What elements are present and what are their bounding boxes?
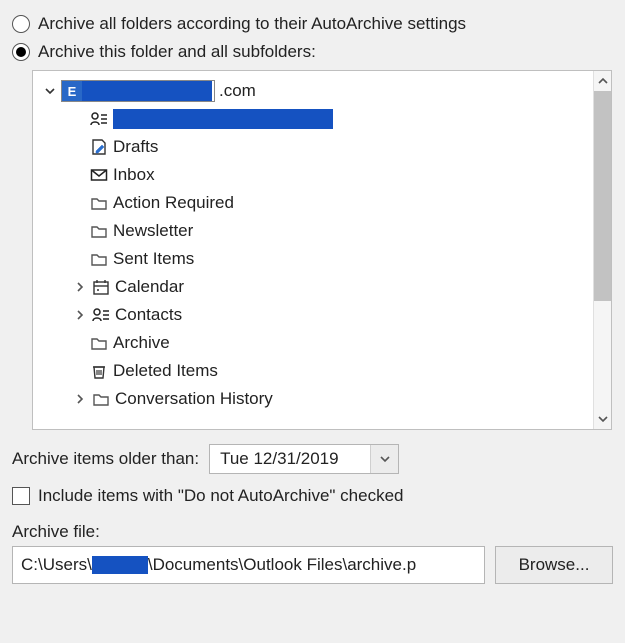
date-picker[interactable]: Tue 12/31/2019 (209, 444, 399, 474)
scroll-up-icon[interactable] (594, 71, 611, 91)
calendar-icon (91, 277, 111, 297)
folder-icon (89, 333, 109, 353)
redacted-username (92, 556, 148, 574)
exchange-icon: E (62, 81, 82, 101)
archive-older-than-row: Archive items older than: Tue 12/31/2019 (12, 444, 613, 474)
folder-tree-body: E .com Drafts Inbox (33, 71, 593, 429)
archive-file-label: Archive file: (12, 522, 613, 542)
folder-icon (89, 221, 109, 241)
tree-item-drafts[interactable]: Drafts (39, 133, 593, 161)
tree-item-label: Calendar (115, 277, 184, 297)
tree-item-label: Drafts (113, 137, 158, 157)
browse-button[interactable]: Browse... (495, 546, 613, 584)
radio-archive-all[interactable]: Archive all folders according to their A… (12, 14, 613, 34)
include-checkbox-label: Include items with "Do not AutoArchive" … (38, 486, 403, 506)
account-suffix: .com (219, 81, 256, 101)
date-value: Tue 12/31/2019 (210, 449, 370, 469)
tree-item-label: Deleted Items (113, 361, 218, 381)
tree-item-label: Contacts (115, 305, 182, 325)
tree-item-action-required[interactable]: Action Required (39, 189, 593, 217)
folder-tree: E .com Drafts Inbox (32, 70, 612, 430)
path-suffix: \Documents\Outlook Files\archive.p (148, 555, 416, 575)
person-icon (89, 109, 109, 129)
tree-item-archive[interactable]: Archive (39, 329, 593, 357)
archive-file-row: C:\Users\ \Documents\Outlook Files\archi… (12, 546, 613, 584)
folder-icon (89, 193, 109, 213)
folder-icon (89, 249, 109, 269)
browse-button-label: Browse... (519, 555, 590, 575)
tree-account-root[interactable]: E .com (39, 77, 593, 105)
drafts-icon (89, 137, 109, 157)
tree-item-newsletter[interactable]: Newsletter (39, 217, 593, 245)
tree-item-label: Archive (113, 333, 170, 353)
path-prefix: C:\Users\ (21, 555, 92, 575)
tree-item-label: Conversation History (115, 389, 273, 409)
tree-item-label: Sent Items (113, 249, 194, 269)
tree-item[interactable] (39, 105, 593, 133)
mail-icon (89, 165, 109, 185)
tree-item-sent[interactable]: Sent Items (39, 245, 593, 273)
chevron-down-icon[interactable] (370, 445, 398, 473)
radio-archive-this-label: Archive this folder and all subfolders: (38, 42, 316, 62)
tree-item-label: Action Required (113, 193, 234, 213)
scroll-down-icon[interactable] (594, 409, 611, 429)
checkbox-icon[interactable] (12, 487, 30, 505)
tree-item-conversation-history[interactable]: Conversation History (39, 385, 593, 413)
radio-icon (12, 15, 30, 33)
chevron-right-icon[interactable] (73, 394, 87, 404)
chevron-right-icon[interactable] (73, 310, 87, 320)
scrollbar[interactable] (593, 71, 611, 429)
scrollbar-thumb[interactable] (594, 91, 611, 301)
include-checkbox-row[interactable]: Include items with "Do not AutoArchive" … (12, 486, 613, 506)
tree-item-deleted[interactable]: Deleted Items (39, 357, 593, 385)
tree-item-contacts[interactable]: Contacts (39, 301, 593, 329)
archive-older-than-label: Archive items older than: (12, 449, 199, 469)
redacted-contact (113, 109, 333, 129)
folder-icon (91, 389, 111, 409)
tree-item-inbox[interactable]: Inbox (39, 161, 593, 189)
person-icon (91, 305, 111, 325)
radio-icon (12, 43, 30, 61)
tree-item-calendar[interactable]: Calendar (39, 273, 593, 301)
redacted-account (82, 81, 212, 101)
radio-archive-all-label: Archive all folders according to their A… (38, 14, 466, 34)
archive-file-input[interactable]: C:\Users\ \Documents\Outlook Files\archi… (12, 546, 485, 584)
radio-archive-this[interactable]: Archive this folder and all subfolders: (12, 42, 613, 62)
trash-icon (89, 361, 109, 381)
chevron-right-icon[interactable] (73, 282, 87, 292)
tree-item-label: Newsletter (113, 221, 193, 241)
chevron-down-icon[interactable] (43, 86, 57, 96)
tree-item-label: Inbox (113, 165, 155, 185)
